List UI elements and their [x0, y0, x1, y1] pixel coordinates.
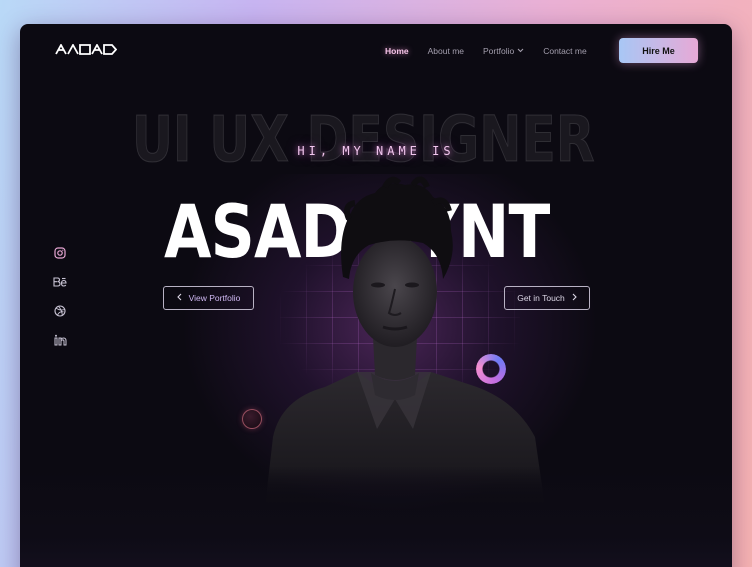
decor-orb-red — [242, 409, 262, 429]
linkedin-icon[interactable] — [53, 333, 67, 347]
view-portfolio-button[interactable]: View Portfolio — [163, 286, 254, 310]
chevron-left-icon — [176, 293, 182, 303]
behance-icon[interactable] — [53, 275, 67, 289]
portrait-image — [265, 176, 545, 507]
instagram-icon[interactable] — [53, 246, 67, 260]
chevron-down-icon — [517, 48, 524, 55]
nav-item-portfolio-label: Portfolio — [483, 46, 515, 56]
nav-item-portfolio[interactable]: Portfolio — [483, 46, 524, 56]
nav-item-home[interactable]: Home — [385, 46, 409, 56]
background-title: UI UX DESIGNER — [132, 103, 595, 176]
view-portfolio-label: View Portfolio — [188, 293, 241, 303]
chevron-right-icon — [572, 293, 577, 303]
decor-ring-gradient — [476, 354, 506, 384]
nav-item-contact[interactable]: Contact me — [543, 46, 586, 56]
hire-me-button[interactable]: Hire Me — [619, 38, 698, 63]
bottom-fade — [20, 464, 732, 567]
dribbble-icon[interactable] — [53, 304, 67, 318]
greeting-text: HI, MY NAME IS — [297, 144, 455, 158]
nav-item-about[interactable]: About me — [428, 46, 464, 56]
asad-logo-icon[interactable] — [55, 44, 117, 55]
get-in-touch-button[interactable]: Get in Touch — [504, 286, 590, 310]
get-in-touch-label: Get in Touch — [517, 293, 565, 303]
main-nav: Home About me Portfolio Contact me — [385, 46, 606, 56]
browser-window: UI UX DESIGNER Home About me Portfolio C… — [20, 24, 732, 567]
